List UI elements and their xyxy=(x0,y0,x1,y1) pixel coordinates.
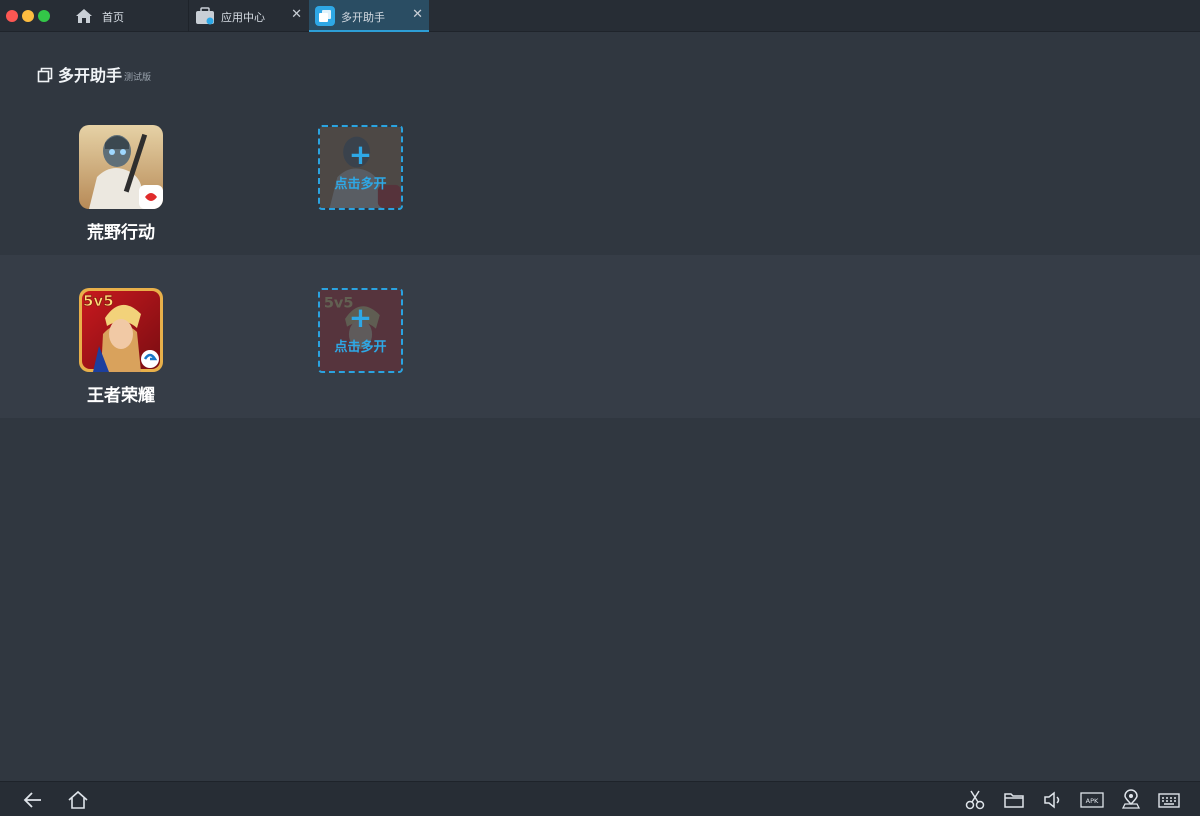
back-arrow-icon[interactable] xyxy=(22,789,44,811)
plus-icon: + xyxy=(348,301,373,334)
app-name: 王者荣耀 xyxy=(87,386,155,406)
tab-label: 应用中心 xyxy=(221,11,265,24)
beta-badge: 测试版 xyxy=(124,73,152,83)
apk-install-icon[interactable]: APK xyxy=(1080,789,1104,811)
tab-label: 首页 xyxy=(102,11,124,24)
volume-icon[interactable] xyxy=(1042,789,1064,811)
icon-badge-text: 5v5 xyxy=(83,292,114,310)
scissors-icon[interactable] xyxy=(964,789,986,811)
multi-instance-icon xyxy=(315,6,335,26)
copy-icon xyxy=(37,67,53,83)
home-icon xyxy=(76,9,92,23)
folder-icon[interactable] xyxy=(1003,789,1025,811)
plus-icon: + xyxy=(348,138,373,171)
app-name: 荒野行动 xyxy=(87,223,155,243)
tab-multi-instance[interactable]: 多开助手 ✕ xyxy=(309,0,429,32)
app-row: 荒野行动 + 点击多开 xyxy=(0,92,1200,255)
clone-instance-button[interactable]: + 点击多开 xyxy=(318,125,403,210)
keyboard-icon[interactable] xyxy=(1158,789,1180,811)
bottom-toolbar: APK xyxy=(0,781,1200,816)
app-row: 5v5 王者荣耀 5v5 + 点击多开 xyxy=(0,255,1200,418)
minimize-window-button[interactable] xyxy=(22,10,34,22)
knives-out-game-icon[interactable] xyxy=(79,125,163,209)
honor-of-kings-game-icon[interactable]: 5v5 xyxy=(79,288,163,372)
apk-label: APK xyxy=(1086,797,1099,805)
app-center-icon xyxy=(196,7,214,25)
title-bar: 首页 应用中心 ✕ 多开助手 ✕ xyxy=(0,0,1200,32)
tab-label: 多开助手 xyxy=(341,11,385,24)
page-heading: 多开助手 测试版 xyxy=(37,62,151,86)
page-title: 多开助手 xyxy=(58,66,123,85)
tab-home[interactable]: 首页 xyxy=(70,0,187,32)
close-icon[interactable]: ✕ xyxy=(291,8,302,22)
clone-instance-button[interactable]: 5v5 + 点击多开 xyxy=(318,288,403,373)
location-icon[interactable] xyxy=(1120,789,1142,811)
clone-label: 点击多开 xyxy=(334,340,387,355)
tab-app-center[interactable]: 应用中心 ✕ xyxy=(188,0,308,32)
home-icon[interactable] xyxy=(67,789,89,811)
close-icon[interactable]: ✕ xyxy=(412,8,423,22)
close-window-button[interactable] xyxy=(6,10,18,22)
clone-label: 点击多开 xyxy=(334,177,387,192)
zoom-window-button[interactable] xyxy=(38,10,50,22)
